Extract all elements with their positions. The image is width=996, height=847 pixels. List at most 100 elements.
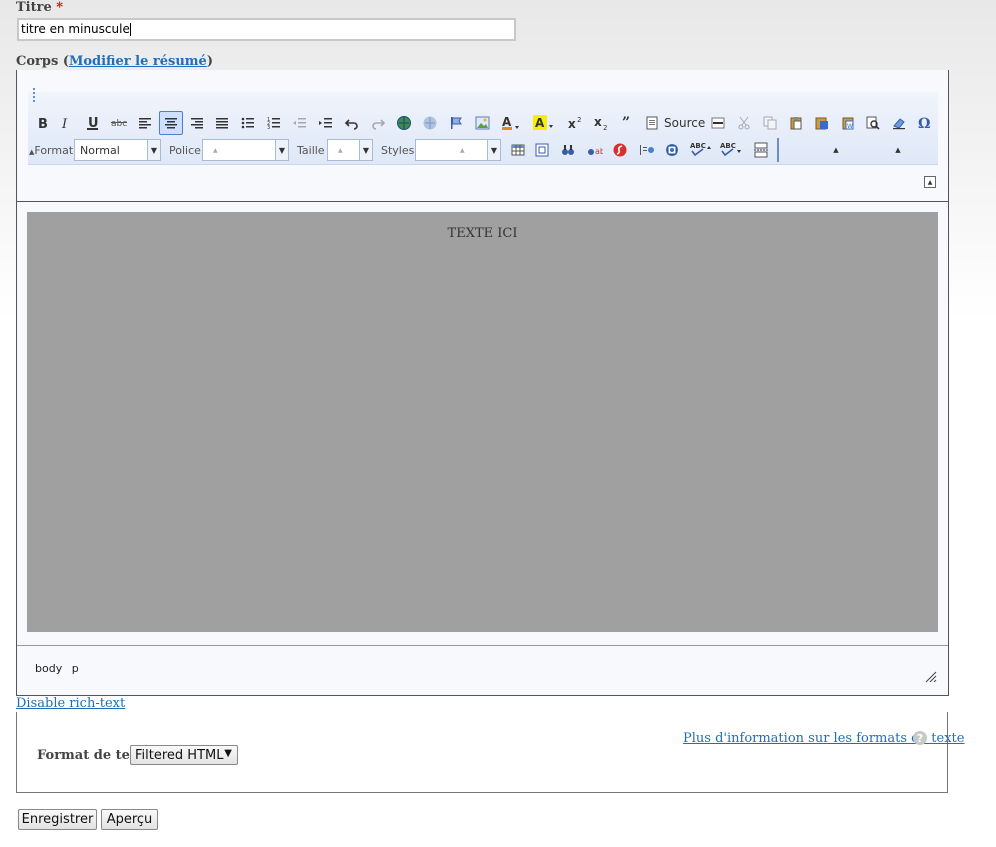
title-label-text: Titre: [16, 0, 52, 15]
paste-word-icon[interactable]: W: [839, 113, 857, 133]
styles-placeholder-icon: ▲: [460, 146, 465, 154]
chevron-down-icon: ▼: [224, 748, 232, 759]
editor-content-text: TEXTE ICI: [447, 226, 518, 241]
copy-icon[interactable]: [761, 113, 779, 133]
size-dropdown[interactable]: ▲ ▼: [327, 139, 373, 161]
disable-rich-text-link[interactable]: Disable rich-text: [16, 696, 125, 711]
bold-icon[interactable]: B: [34, 113, 52, 133]
bg-color-icon[interactable]: A: [531, 113, 557, 133]
scayt-icon[interactable]: ABC: [717, 139, 745, 159]
remove-format-icon[interactable]: [890, 113, 908, 133]
paste-icon[interactable]: [787, 113, 805, 133]
format-dropdown[interactable]: Normal ▼: [74, 139, 161, 161]
help-icon[interactable]: ?: [913, 731, 927, 745]
save-button[interactable]: Enregistrer: [18, 809, 97, 830]
replace-icon[interactable]: ab: [585, 140, 605, 160]
align-justify-icon[interactable]: [213, 113, 231, 133]
svg-text:3: 3: [267, 125, 270, 130]
underline-icon[interactable]: U: [83, 113, 103, 133]
preview-button[interactable]: Aperçu: [101, 809, 158, 830]
required-mark: *: [56, 0, 64, 15]
svg-text:x: x: [594, 115, 602, 129]
indent-icon[interactable]: [317, 113, 335, 133]
italic-icon[interactable]: I: [57, 113, 75, 133]
title-input[interactable]: titre en minuscule: [17, 18, 516, 41]
chevron-down-icon: ▼: [487, 140, 500, 160]
subscript-icon[interactable]: x2: [591, 113, 613, 133]
toolbar-expand-icon-2[interactable]: ▲: [893, 145, 903, 155]
title-label: Titre *: [16, 0, 63, 15]
editor-content-area[interactable]: TEXTE ICI: [27, 212, 938, 632]
find-icon[interactable]: [864, 113, 882, 133]
svg-text:B: B: [38, 117, 48, 130]
anchor-icon[interactable]: [447, 113, 465, 133]
iframe-icon[interactable]: [663, 140, 681, 160]
size-placeholder-icon: ▲: [338, 146, 343, 154]
paren-close: ): [206, 54, 213, 69]
size-label: Taille: [297, 144, 325, 157]
format-dropdown-value: Normal: [80, 143, 120, 157]
toolbar-grip-icon[interactable]: [33, 88, 35, 104]
blockquote-icon[interactable]: ”: [619, 111, 637, 131]
cut-icon[interactable]: [735, 113, 753, 133]
text-format-select[interactable]: Filtered HTML ▼: [130, 745, 238, 765]
path-item-body[interactable]: body: [35, 662, 62, 675]
source-icon: [646, 116, 658, 130]
unlink-icon[interactable]: [421, 113, 439, 133]
font-dropdown[interactable]: ▲ ▼: [202, 139, 289, 161]
flash-icon[interactable]: [611, 140, 629, 160]
body-label: Corps (Modifier le résumé): [16, 54, 213, 69]
format-label: ▲Format: [29, 144, 73, 157]
image-icon[interactable]: [473, 113, 491, 133]
toolbar-expand-icon[interactable]: ▲: [831, 145, 841, 155]
svg-text:I: I: [61, 117, 68, 130]
undo-icon[interactable]: [343, 113, 361, 133]
superscript-icon[interactable]: x2: [565, 113, 587, 133]
chevron-down-icon: ▼: [147, 140, 160, 160]
link-icon[interactable]: [395, 113, 413, 133]
text-color-icon[interactable]: A: [499, 113, 523, 133]
svg-text:Ω: Ω: [918, 116, 930, 130]
page-break-icon[interactable]: [751, 140, 771, 160]
svg-text:abc: abc: [111, 119, 127, 129]
rich-text-editor: B I U abc 123 A A x 2 x 2 ” Source W Ω ▲…: [16, 70, 949, 696]
text-cursor: [129, 23, 131, 36]
bullet-list-icon[interactable]: [239, 113, 257, 133]
strikethrough-icon[interactable]: abc: [109, 113, 129, 133]
source-label: Source: [664, 116, 706, 130]
toolbar-collapse-button[interactable]: ▲: [924, 176, 936, 188]
align-center-icon[interactable]: [159, 111, 183, 135]
chevron-down-icon: ▼: [275, 140, 288, 160]
table-icon[interactable]: [509, 140, 529, 160]
horizontal-rule-icon[interactable]: [709, 113, 727, 133]
numbered-list-icon[interactable]: 123: [265, 113, 283, 133]
svg-text:”: ”: [622, 115, 630, 128]
find-replace-icon[interactable]: [559, 140, 577, 160]
text-format-selected: Filtered HTML: [135, 747, 224, 763]
source-button[interactable]: Source: [645, 113, 709, 133]
maximize-icon[interactable]: [533, 140, 551, 160]
svg-text:W: W: [847, 123, 853, 130]
align-right-icon[interactable]: [188, 113, 206, 133]
svg-text:A: A: [535, 116, 545, 130]
styles-label: Styles: [381, 144, 415, 157]
spellcheck-icon[interactable]: ABC: [687, 139, 715, 159]
toolbar-separator: [773, 138, 779, 162]
outdent-icon[interactable]: [291, 113, 309, 133]
edit-summary-link[interactable]: Modifier le résumé: [69, 54, 207, 69]
font-placeholder-icon: ▲: [213, 146, 218, 154]
svg-text:ab: ab: [595, 147, 603, 156]
styles-dropdown[interactable]: ▲ ▼: [415, 139, 501, 161]
svg-text:x: x: [568, 117, 576, 131]
paste-text-icon[interactable]: [811, 113, 833, 133]
svg-text:2: 2: [577, 116, 581, 124]
title-input-value: titre en minuscule: [21, 22, 130, 36]
path-item-p[interactable]: p: [72, 662, 79, 675]
svg-text:2: 2: [603, 124, 607, 131]
resize-handle-icon[interactable]: [924, 670, 938, 684]
editor-status-divider: [17, 645, 948, 646]
show-blocks-icon[interactable]: [637, 140, 657, 160]
special-char-icon[interactable]: Ω: [916, 113, 934, 133]
redo-icon[interactable]: [369, 113, 387, 133]
align-left-icon[interactable]: [136, 113, 154, 133]
